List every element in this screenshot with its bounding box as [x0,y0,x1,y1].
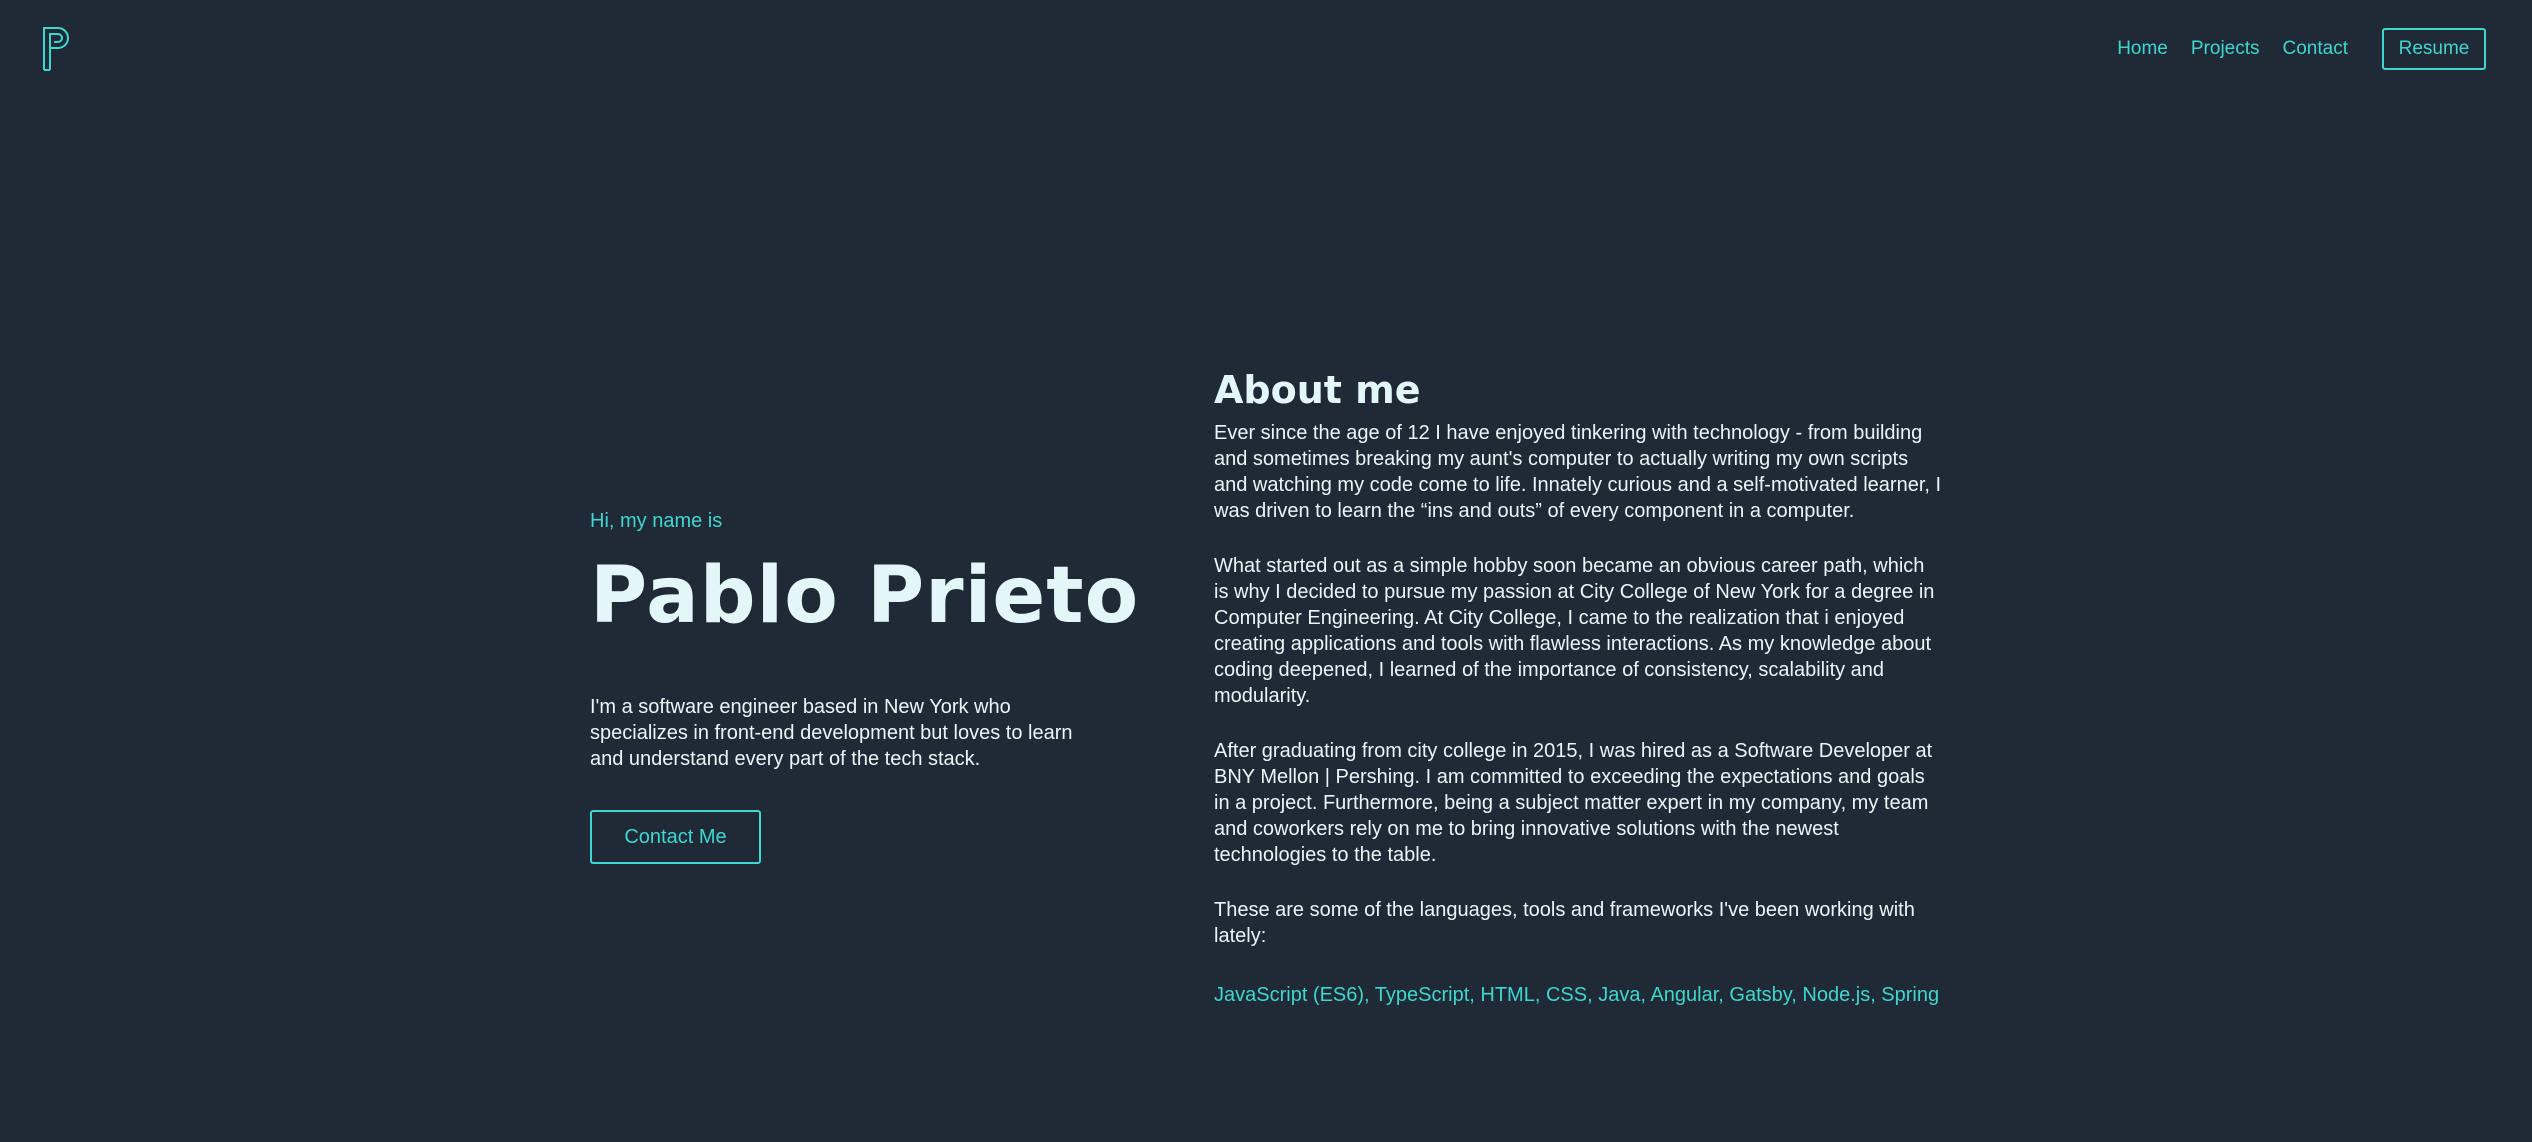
contact-me-button[interactable]: Contact Me [590,810,761,864]
nav-link-projects[interactable]: Projects [2191,29,2260,69]
nav-link-contact[interactable]: Contact [2283,29,2348,69]
nav-links: Home Projects Contact Resume [2117,28,2486,70]
about-paragraph: Ever since the age of 12 I have enjoyed … [1214,422,1942,522]
nav-link-home[interactable]: Home [2117,29,2168,69]
intro-section: Hi, my name is Pablo Prieto I'm a softwa… [590,508,1140,864]
greeting-text: Hi, my name is [590,510,723,532]
about-title: About me [1214,368,1421,412]
p-monogram-icon[interactable] [40,24,76,72]
skills-list: JavaScript (ES6), TypeScript, HTML, CSS,… [1214,984,1940,1006]
hero-bio: I'm a software engineer based in New Yor… [590,696,1073,770]
hero-name: Pablo Prieto [590,551,1140,641]
about-paragraph: After graduating from city college in 20… [1214,740,1933,866]
resume-button[interactable]: Resume [2382,28,2486,70]
about-paragraph: What started out as a simple hobby soon … [1214,555,1935,707]
about-paragraph: These are some of the languages, tools a… [1214,899,1915,947]
navbar: Home Projects Contact Resume [0,0,2532,96]
about-section: About me Ever since the age of 12 I have… [1214,366,1944,1008]
